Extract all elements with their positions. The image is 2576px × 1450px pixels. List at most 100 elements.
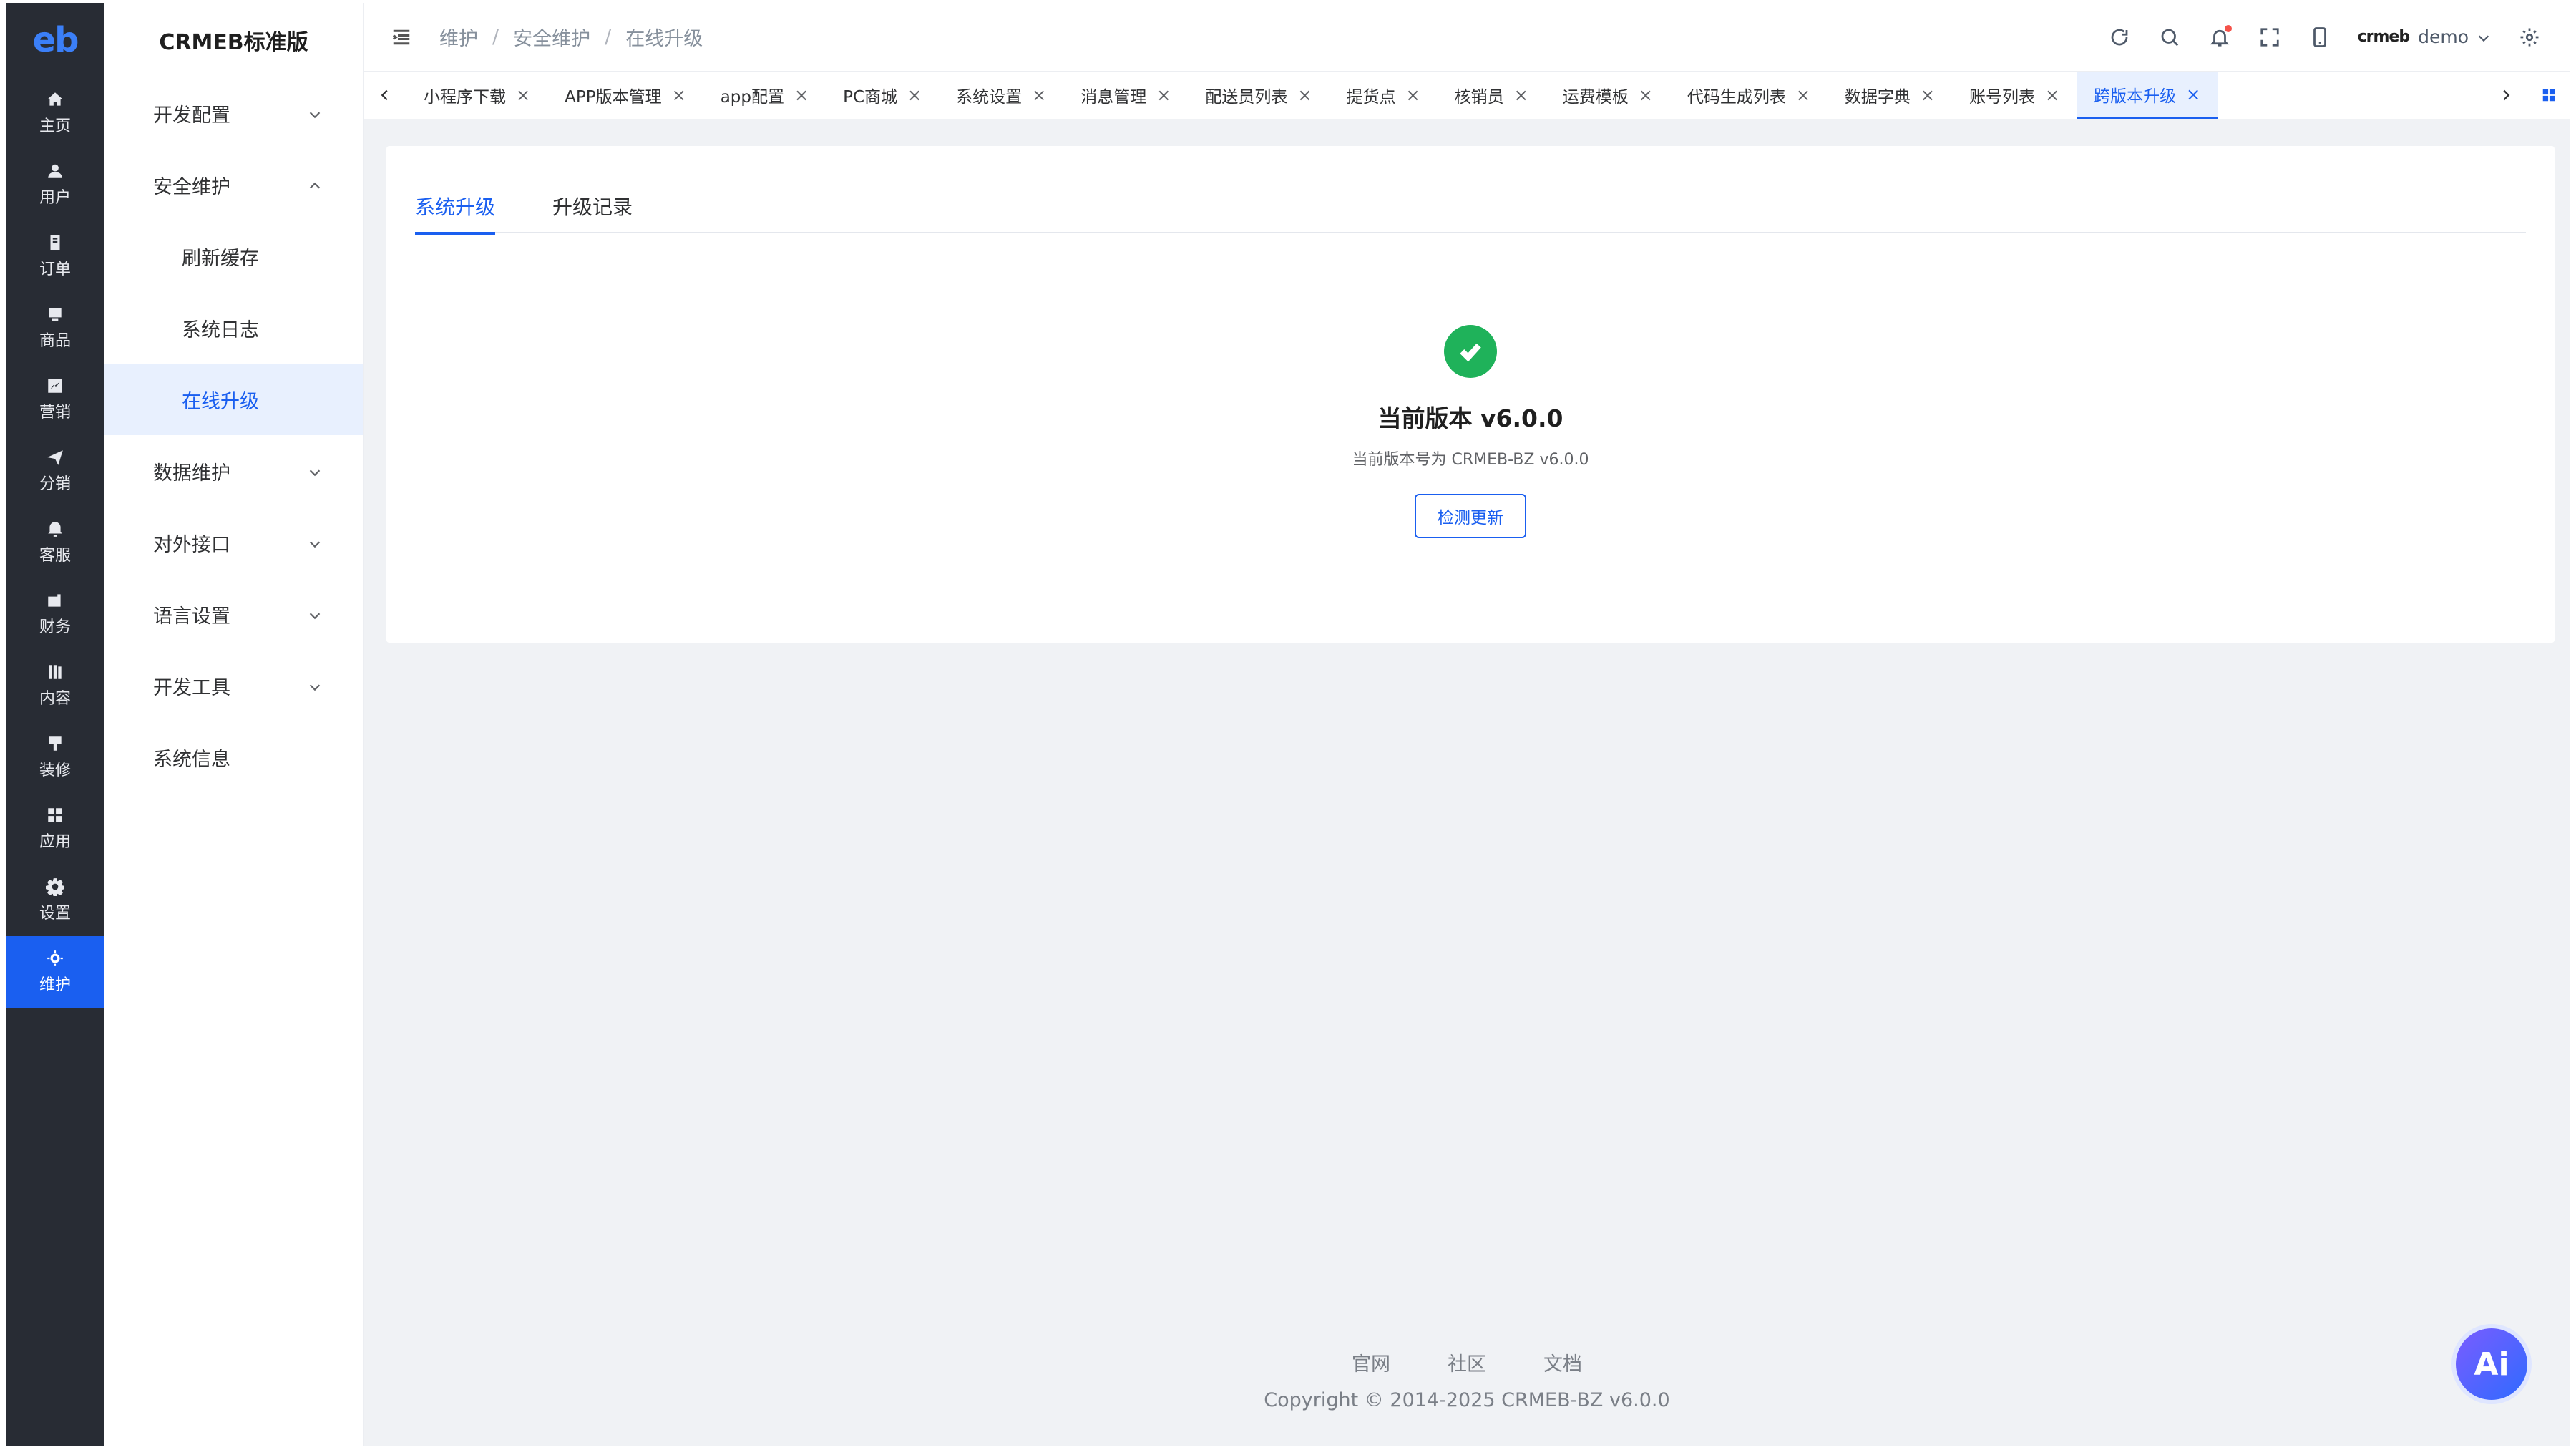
rail-item-product[interactable]: 商品 [6, 292, 104, 364]
tabs-menu-icon[interactable] [2527, 87, 2570, 103]
rail-label: 订单 [39, 261, 71, 278]
page-tabs-bar: 小程序下载 × APP版本管理 × app配置 × PC商城 × 系统设置 × 消息管理 ×… [364, 72, 2570, 119]
rail-item-maintenance[interactable]: 维护 [6, 936, 104, 1008]
logo[interactable]: eb [6, 3, 104, 77]
breadcrumb: 维护 / 安全维护 / 在线升级 [439, 23, 703, 51]
close-icon[interactable]: × [672, 85, 686, 105]
rail-item-home[interactable]: 主页 [6, 77, 104, 149]
gear-icon [46, 877, 64, 896]
bell-icon[interactable] [2207, 24, 2232, 49]
sidebar-item-online-upgrade[interactable]: 在线升级 [104, 364, 363, 435]
content-icon [46, 663, 64, 681]
tab-data-dictionary[interactable]: 数据字典 × [1828, 72, 1952, 119]
tab-label: 数据字典 [1844, 88, 1911, 107]
refresh-icon[interactable] [2107, 25, 2132, 49]
sidebar-item-external-api[interactable]: 对外接口 [104, 507, 363, 578]
rail-item-service[interactable]: 客服 [6, 507, 104, 578]
breadcrumb-item[interactable]: 安全维护 [513, 23, 590, 51]
mobile-preview-icon[interactable] [2308, 25, 2332, 49]
chevron-down-icon [307, 105, 323, 121]
rail-item-apps[interactable]: 应用 [6, 793, 104, 865]
tab-upgrade-records[interactable]: 升级记录 [552, 179, 633, 233]
tab-shipping-template[interactable]: 运费模板 × [1546, 72, 1670, 119]
sidebar-item-refresh-cache[interactable]: 刷新缓存 [104, 220, 363, 292]
tab-pc-mall[interactable]: PC商城 × [826, 72, 939, 119]
close-icon[interactable]: × [1921, 85, 1935, 105]
ai-assistant-button[interactable]: Ai [2451, 1324, 2532, 1404]
breadcrumb-item: 在线升级 [625, 28, 703, 50]
order-icon [46, 233, 64, 252]
notification-dot [2224, 24, 2232, 32]
rail-item-content[interactable]: 内容 [6, 650, 104, 721]
rail-item-user[interactable]: 用户 [6, 149, 104, 220]
sidebar-item-label: 对外接口 [153, 533, 230, 556]
close-icon[interactable]: × [1156, 85, 1171, 105]
menu-toggle-icon[interactable] [389, 25, 414, 49]
sidebar-item-language[interactable]: 语言设置 [104, 578, 363, 650]
product-icon [46, 305, 64, 323]
tab-verifier[interactable]: 核销员 × [1438, 72, 1546, 119]
tab-label: 跨版本升级 [2094, 87, 2177, 106]
close-icon[interactable]: × [1514, 85, 1528, 105]
sidebar-item-label: 系统信息 [153, 748, 230, 771]
sidebar-item-system-info[interactable]: 系统信息 [104, 721, 363, 793]
sidebar-item-system-log[interactable]: 系统日志 [104, 292, 363, 364]
close-icon[interactable]: × [1297, 85, 1312, 105]
rail-label: 客服 [39, 547, 71, 565]
maintenance-icon [46, 949, 64, 968]
close-icon[interactable]: × [1639, 85, 1653, 105]
tab-app-version[interactable]: APP版本管理 × [547, 72, 703, 119]
close-icon[interactable]: × [907, 85, 922, 105]
rail-item-decoration[interactable]: 装修 [6, 721, 104, 793]
rail-item-distribution[interactable]: 分销 [6, 435, 104, 507]
footer-link-official-site[interactable]: 官网 [1352, 1348, 1390, 1376]
tab-cross-version-upgrade[interactable]: 跨版本升级 × [2077, 72, 2218, 119]
check-update-button[interactable]: 检测更新 [1415, 494, 1526, 538]
tab-label: 配送员列表 [1205, 88, 1288, 107]
tab-app-config[interactable]: app配置 × [703, 72, 826, 119]
close-icon[interactable]: × [516, 85, 530, 105]
chevron-down-icon [307, 535, 323, 550]
service-bell-icon [46, 520, 64, 538]
user-menu[interactable]: crmeb demo [2358, 26, 2492, 47]
chevron-right-icon[interactable] [2484, 72, 2527, 119]
tab-system-settings[interactable]: 系统设置 × [939, 72, 1063, 119]
sidebar-item-data-maintenance[interactable]: 数据维护 [104, 435, 363, 507]
tab-codegen-list[interactable]: 代码生成列表 × [1670, 72, 1828, 119]
chevron-left-icon[interactable] [364, 72, 406, 119]
close-icon[interactable]: × [2186, 84, 2200, 104]
rail-item-order[interactable]: 订单 [6, 220, 104, 292]
footer-link-docs[interactable]: 文档 [1543, 1348, 1582, 1376]
sidebar-item-label: 数据维护 [153, 462, 230, 485]
close-icon[interactable]: × [1405, 85, 1420, 105]
breadcrumb-item[interactable]: 维护 [439, 23, 478, 51]
search-icon[interactable] [2157, 25, 2182, 49]
close-icon[interactable]: × [1796, 85, 1810, 105]
rail-item-marketing[interactable]: 营销 [6, 364, 104, 435]
close-icon[interactable]: × [2045, 85, 2059, 105]
rail-item-finance[interactable]: 财务 [6, 578, 104, 650]
tab-label: 代码生成列表 [1687, 88, 1786, 107]
chevron-down-icon [307, 606, 323, 622]
rail-label: 应用 [39, 833, 71, 851]
tab-account-list[interactable]: 账号列表 × [1952, 72, 2077, 119]
tab-pickup-point[interactable]: 提货点 × [1329, 72, 1437, 119]
close-icon[interactable]: × [1032, 85, 1046, 105]
tab-label: 系统设置 [956, 88, 1023, 107]
sidebar-item-dev-config[interactable]: 开发配置 [104, 77, 363, 149]
sidebar-item-dev-tools[interactable]: 开发工具 [104, 650, 363, 721]
app-window: eb 主页 用户 订单 商品 营销 分销 客服 财务 内容 装修 应用 设置 维… [6, 3, 2570, 1446]
close-icon[interactable]: × [794, 85, 809, 105]
footer: 官网 社区 文档 Copyright © 2014-2025 CRMEB-BZ … [364, 1348, 2570, 1411]
rail-item-settings[interactable]: 设置 [6, 865, 104, 936]
tab-courier-list[interactable]: 配送员列表 × [1188, 72, 1329, 119]
tab-system-upgrade[interactable]: 系统升级 [415, 179, 496, 235]
settings-gear-icon[interactable] [2517, 25, 2542, 49]
tab-label: 小程序下载 [424, 88, 506, 107]
sidebar-item-security[interactable]: 安全维护 [104, 149, 363, 220]
tab-miniprogram-download[interactable]: 小程序下载 × [406, 72, 547, 119]
fullscreen-icon[interactable] [2258, 25, 2282, 49]
marketing-icon [46, 376, 64, 395]
tab-message-management[interactable]: 消息管理 × [1063, 72, 1188, 119]
footer-link-community[interactable]: 社区 [1448, 1348, 1486, 1376]
